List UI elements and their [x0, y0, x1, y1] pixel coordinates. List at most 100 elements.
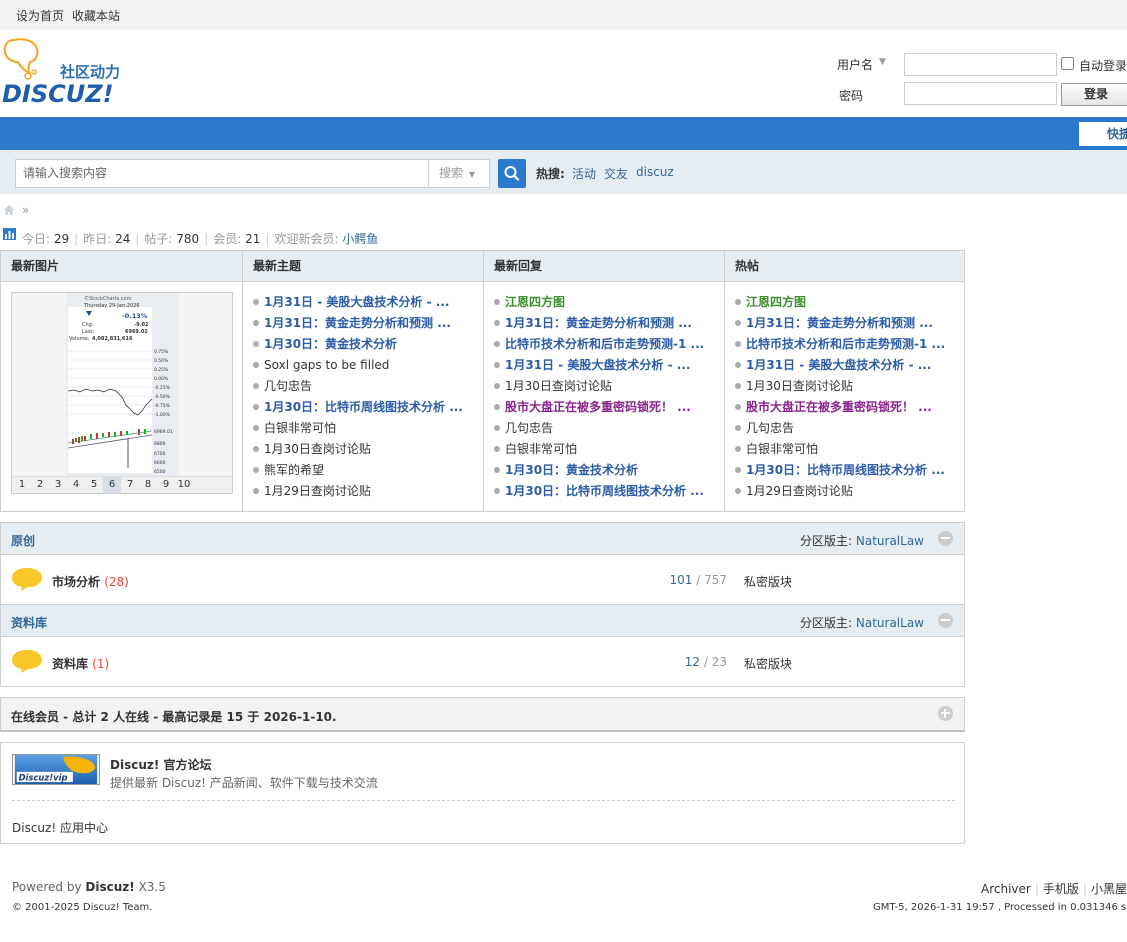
latest-images-column: 最新图片 ©StockCharts.com Thursday 29-Jan-20…: [1, 251, 242, 511]
search-input[interactable]: 请输入搜索内容: [15, 159, 429, 188]
thread-link[interactable]: 比特币技术分析和后市走势预测-1 ...: [505, 337, 704, 351]
list-item: 1月30日：比特币周线图技术分析 ...: [253, 397, 479, 418]
latest-replies-title: 最新回复: [484, 251, 724, 282]
thread-link[interactable]: 1月30日：黄金技术分析: [264, 337, 397, 351]
thread-link[interactable]: 1月30日：比特币周线图技术分析 ...: [746, 463, 945, 477]
thread-link[interactable]: Soxl gaps to be filled: [264, 358, 389, 372]
discuz-vip-logo[interactable]: Discuz!vip: [12, 754, 100, 785]
chevron-down-icon[interactable]: ▼: [879, 57, 886, 67]
official-forum-desc: 提供最新 Discuz! 产品新闻、软件下载与技术交流: [110, 776, 378, 790]
slider-page-2[interactable]: 2: [31, 477, 49, 493]
site-logo[interactable]: 社区动力 DISCUZ!: [0, 36, 140, 108]
stock-chart-image[interactable]: ©StockCharts.com Thursday 29-Jan-2026 -0…: [12, 293, 232, 476]
bullet-icon: [494, 424, 500, 431]
category-title[interactable]: 资料库: [11, 614, 47, 631]
discuz-link[interactable]: Discuz!: [85, 880, 134, 894]
thread-link[interactable]: 1月29日查岗讨论贴: [746, 484, 853, 498]
list-item: 白银非常可怕: [735, 439, 960, 460]
thread-link[interactable]: 白银非常可怕: [746, 442, 818, 456]
thread-link[interactable]: 1月30日：比特币周线图技术分析 ...: [264, 400, 463, 414]
thread-link[interactable]: 1月30日查岗讨论贴: [264, 442, 371, 456]
quick-menu-button[interactable]: 快捷: [1079, 122, 1127, 146]
bullet-icon: [735, 361, 741, 368]
slider-page-4[interactable]: 4: [67, 477, 85, 493]
auto-login-checkbox[interactable]: [1061, 57, 1074, 70]
moderator-link[interactable]: NaturalLaw: [856, 616, 924, 630]
collapse-icon[interactable]: [938, 531, 953, 546]
thread-link[interactable]: 几句忠告: [264, 379, 312, 393]
thread-link[interactable]: 江恩四方图: [746, 295, 806, 309]
thread-link[interactable]: 几句忠告: [505, 421, 553, 435]
svg-text:6700: 6700: [154, 451, 166, 457]
thread-link[interactable]: 熊军的希望: [264, 463, 324, 477]
thread-link[interactable]: 1月30日查岗讨论贴: [505, 379, 612, 393]
hot-search-item[interactable]: discuz: [636, 165, 674, 179]
archiver-link[interactable]: Archiver: [981, 882, 1031, 896]
thread-link[interactable]: 股市大盘正在被多重密码锁死！ ...: [505, 400, 691, 414]
thread-link[interactable]: 1月31日 - 美股大盘技术分析 - ...: [264, 295, 449, 309]
search-button[interactable]: [498, 159, 526, 188]
thread-link[interactable]: 1月31日 - 美股大盘技术分析 - ...: [746, 358, 931, 372]
slider-page-8[interactable]: 8: [139, 477, 157, 493]
home-icon[interactable]: [3, 204, 15, 216]
bullet-icon: [253, 382, 259, 389]
app-center-link[interactable]: Discuz! 应用中心: [12, 819, 108, 836]
thread-link[interactable]: 1月30日：黄金技术分析: [505, 463, 638, 477]
online-members-text[interactable]: 在线会员 - 总计 2 人在线 - 最高记录是 15 于 2026-1-10.: [11, 708, 337, 725]
thread-link[interactable]: 1月31日：黄金走势分析和预测 ...: [264, 316, 451, 330]
official-forum-link[interactable]: Discuz! 官方论坛: [110, 756, 212, 773]
password-input[interactable]: [904, 82, 1057, 105]
forum-bubble-icon[interactable]: [11, 649, 43, 673]
forum-last-post: 私密版块: [744, 657, 793, 671]
slider-page-10[interactable]: 10: [175, 477, 193, 493]
moderator-link[interactable]: NaturalLaw: [856, 534, 924, 548]
set-homepage-link[interactable]: 设为首页: [16, 7, 64, 24]
mobile-link[interactable]: 手机版: [1043, 882, 1079, 896]
forum-name[interactable]: 市场分析 (28): [52, 573, 129, 590]
logo-cn-text: 社区动力: [59, 63, 120, 81]
login-button[interactable]: 登录: [1061, 83, 1127, 106]
collapse-icon[interactable]: [938, 613, 953, 628]
forum-bubble-icon[interactable]: [11, 567, 43, 591]
slider-page-1[interactable]: 1: [13, 477, 31, 493]
thread-link[interactable]: 1月30日查岗讨论贴: [746, 379, 853, 393]
thread-link[interactable]: 1月31日 - 美股大盘技术分析 - ...: [505, 358, 690, 372]
forum-row: 市场分析 (28) 101 / 757 私密版块: [0, 555, 965, 605]
slider-page-3[interactable]: 3: [49, 477, 67, 493]
expand-icon[interactable]: [938, 706, 953, 721]
logo-en-text: DISCUZ!: [2, 80, 114, 108]
bookmark-link[interactable]: 收藏本站: [72, 7, 120, 24]
list-item: Soxl gaps to be filled: [253, 355, 479, 376]
thread-link[interactable]: 江恩四方图: [505, 295, 565, 309]
slider-page-6[interactable]: 6: [103, 477, 121, 493]
search-type-select[interactable]: 搜索 ▼: [428, 159, 490, 188]
thread-link[interactable]: 1月31日：黄金走势分析和预测 ...: [505, 316, 692, 330]
thread-link[interactable]: 白银非常可怕: [505, 442, 577, 456]
thread-link[interactable]: 比特币技术分析和后市走势预测-1 ...: [746, 337, 945, 351]
thread-link[interactable]: 1月29日查岗讨论贴: [264, 484, 371, 498]
thread-link[interactable]: 白银非常可怕: [264, 421, 336, 435]
slider-page-9[interactable]: 9: [157, 477, 175, 493]
image-slider[interactable]: ©StockCharts.com Thursday 29-Jan-2026 -0…: [11, 292, 233, 494]
slider-page-5[interactable]: 5: [85, 477, 103, 493]
category-title[interactable]: 原创: [11, 532, 35, 549]
thread-link[interactable]: 股市大盘正在被多重密码锁死！ ...: [746, 400, 932, 414]
thread-link[interactable]: 几句忠告: [746, 421, 794, 435]
hot-search-item[interactable]: 活动: [572, 165, 596, 182]
stats-chart-icon: [3, 228, 16, 240]
username-input[interactable]: [904, 53, 1057, 76]
thread-link[interactable]: 1月30日：比特币周线图技术分析 ...: [505, 484, 704, 498]
bullet-icon: [735, 382, 741, 389]
forum-name[interactable]: 资料库 (1): [52, 655, 109, 672]
hot-search-item[interactable]: 交友: [604, 165, 628, 182]
auto-login-label[interactable]: 自动登录: [1079, 57, 1127, 74]
list-item: 1月31日 - 美股大盘技术分析 - ...: [253, 292, 479, 313]
list-item: 几句忠告: [494, 418, 720, 439]
bullet-icon: [253, 298, 259, 305]
slider-page-7[interactable]: 7: [121, 477, 139, 493]
list-item: 1月30日查岗讨论贴: [494, 376, 720, 397]
newest-member-link[interactable]: 小鳄鱼: [342, 232, 378, 246]
thread-link[interactable]: 1月31日：黄金走势分析和预测 ...: [746, 316, 933, 330]
blacklist-link[interactable]: 小黑屋: [1091, 882, 1127, 896]
svg-text:0.25%: 0.25%: [154, 367, 169, 373]
